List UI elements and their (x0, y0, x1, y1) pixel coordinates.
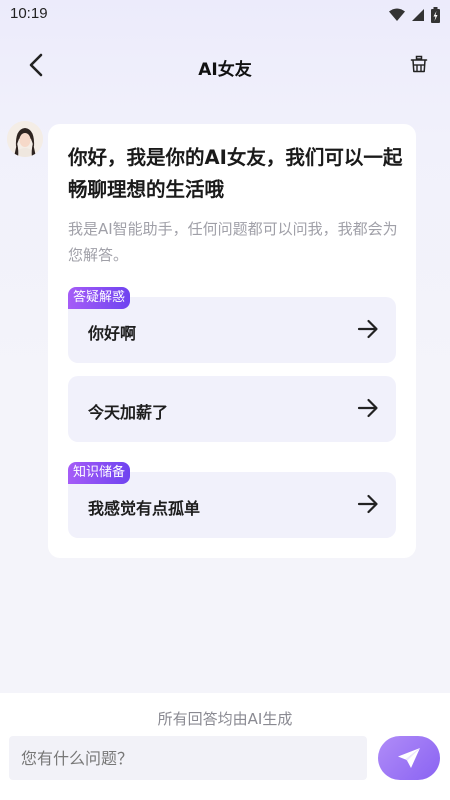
suggestion-item[interactable]: 知识储备 我感觉有点孤单 (68, 462, 396, 538)
arrow-right-icon (357, 398, 378, 418)
suggestion-label: 你好啊 (88, 324, 137, 343)
greeting-subtitle: 我是AI智能助手，任何问题都可以问我，我都会为您解答。 (68, 220, 398, 264)
suggestion-item[interactable]: 答疑解惑 你好啊 (68, 287, 396, 363)
greeting-title: 你好，我是你的AI女友，我们可以一起畅聊理想的生活哦 (68, 146, 403, 201)
suggestion-tag: 知识储备 (68, 462, 131, 484)
status-bar: 10:19 (0, 0, 450, 32)
suggestion-label: 我感觉有点孤单 (88, 499, 201, 518)
suggestion-tag: 答疑解惑 (68, 287, 131, 309)
arrow-right-icon (357, 494, 378, 514)
clear-chat-button[interactable] (408, 53, 430, 75)
wifi-icon (389, 8, 405, 21)
page-title: AI女友 (198, 60, 252, 80)
question-input[interactable] (9, 736, 367, 780)
status-time: 10:19 (10, 5, 48, 22)
trash-icon (410, 55, 428, 73)
battery-icon (431, 7, 440, 23)
send-icon (398, 748, 420, 768)
app-header: AI女友 (0, 40, 450, 92)
arrow-right-icon (357, 319, 378, 339)
signal-icon (412, 9, 424, 21)
suggestion-label: 今天加薪了 (88, 403, 169, 422)
ai-avatar (7, 121, 43, 157)
send-button[interactable] (378, 736, 440, 780)
suggestion-item[interactable]: 今天加薪了 (68, 376, 396, 442)
status-icons (389, 7, 440, 23)
welcome-card: 你好，我是你的AI女友，我们可以一起畅聊理想的生活哦 我是AI智能助手，任何问题… (48, 124, 416, 558)
ai-disclaimer: 所有回答均由AI生成 (157, 710, 293, 728)
input-bar: 所有回答均由AI生成 (0, 693, 450, 800)
